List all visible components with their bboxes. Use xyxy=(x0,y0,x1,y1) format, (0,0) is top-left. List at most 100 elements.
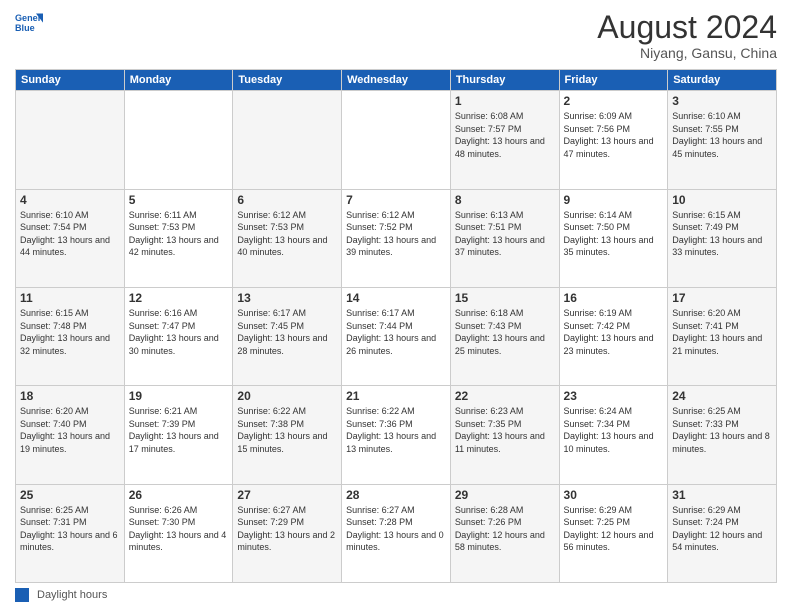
day-number: 21 xyxy=(346,389,446,403)
day-number: 16 xyxy=(564,291,664,305)
day-number: 25 xyxy=(20,488,120,502)
calendar-header-thursday: Thursday xyxy=(450,70,559,91)
calendar-day-cell: 28 Sunrise: 6:27 AM Sunset: 7:28 PM Dayli… xyxy=(342,484,451,582)
calendar-week-row: 11Sunrise: 6:15 AM Sunset: 7:48 PM Dayli… xyxy=(16,287,777,385)
calendar-day-cell: 2Sunrise: 6:09 AM Sunset: 7:56 PM Daylig… xyxy=(559,91,668,189)
day-info: Sunrise: 6:26 AM Sunset: 7:30 PM Dayligh… xyxy=(129,504,229,554)
day-number: 28 xyxy=(346,488,446,502)
calendar-week-row: 18 Sunrise: 6:20 AM Sunset: 7:40 PM Dayli… xyxy=(16,386,777,484)
calendar-day-cell: 30 Sunrise: 6:29 AM Sunset: 7:25 PM Dayli… xyxy=(559,484,668,582)
calendar-day-cell: 10Sunrise: 6:15 AM Sunset: 7:49 PM Dayli… xyxy=(668,189,777,287)
calendar-day-cell: 31 Sunrise: 6:29 AM Sunset: 7:24 PM Dayli… xyxy=(668,484,777,582)
calendar-day-cell: 3Sunrise: 6:10 AM Sunset: 7:55 PM Daylig… xyxy=(668,91,777,189)
day-number: 2 xyxy=(564,94,664,108)
calendar-day-cell: 21 Sunrise: 6:22 AM Sunset: 7:36 PM Dayli… xyxy=(342,386,451,484)
svg-text:Blue: Blue xyxy=(15,23,35,33)
day-info: Sunrise: 6:12 AM Sunset: 7:53 PM Dayligh… xyxy=(237,209,337,259)
day-number: 10 xyxy=(672,193,772,207)
day-info: Sunrise: 6:12 AM Sunset: 7:52 PM Dayligh… xyxy=(346,209,446,259)
day-info: Sunrise: 6:15 AM Sunset: 7:48 PM Dayligh… xyxy=(20,307,120,357)
footer: Daylight hours xyxy=(15,588,777,602)
day-info: Sunrise: 6:29 AM Sunset: 7:25 PM Dayligh… xyxy=(564,504,664,554)
calendar-day-cell xyxy=(16,91,125,189)
day-number: 14 xyxy=(346,291,446,305)
day-info: Sunrise: 6:11 AM Sunset: 7:53 PM Dayligh… xyxy=(129,209,229,259)
day-number: 18 xyxy=(20,389,120,403)
calendar-day-cell: 25 Sunrise: 6:25 AM Sunset: 7:31 PM Dayli… xyxy=(16,484,125,582)
calendar-day-cell: 8 Sunrise: 6:13 AM Sunset: 7:51 PM Daylig… xyxy=(450,189,559,287)
day-number: 5 xyxy=(129,193,229,207)
day-number: 27 xyxy=(237,488,337,502)
calendar-day-cell: 17Sunrise: 6:20 AM Sunset: 7:41 PM Dayli… xyxy=(668,287,777,385)
calendar-day-cell: 23 Sunrise: 6:24 AM Sunset: 7:34 PM Dayli… xyxy=(559,386,668,484)
day-number: 4 xyxy=(20,193,120,207)
calendar-day-cell: 14 Sunrise: 6:17 AM Sunset: 7:44 PM Dayli… xyxy=(342,287,451,385)
day-number: 30 xyxy=(564,488,664,502)
day-number: 15 xyxy=(455,291,555,305)
legend-label: Daylight hours xyxy=(37,589,107,601)
calendar-header-saturday: Saturday xyxy=(668,70,777,91)
day-info: Sunrise: 6:17 AM Sunset: 7:44 PM Dayligh… xyxy=(346,307,446,357)
calendar-header-sunday: Sunday xyxy=(16,70,125,91)
day-info: Sunrise: 6:17 AM Sunset: 7:45 PM Dayligh… xyxy=(237,307,337,357)
calendar-day-cell: 5 Sunrise: 6:11 AM Sunset: 7:53 PM Daylig… xyxy=(124,189,233,287)
calendar-day-cell: 29Sunrise: 6:28 AM Sunset: 7:26 PM Dayli… xyxy=(450,484,559,582)
day-info: Sunrise: 6:27 AM Sunset: 7:28 PM Dayligh… xyxy=(346,504,446,554)
day-number: 23 xyxy=(564,389,664,403)
day-number: 26 xyxy=(129,488,229,502)
main-title: August 2024 xyxy=(597,10,777,45)
calendar-day-cell: 18 Sunrise: 6:20 AM Sunset: 7:40 PM Dayli… xyxy=(16,386,125,484)
calendar-header-wednesday: Wednesday xyxy=(342,70,451,91)
day-info: Sunrise: 6:22 AM Sunset: 7:38 PM Dayligh… xyxy=(237,405,337,455)
day-info: Sunrise: 6:25 AM Sunset: 7:33 PM Dayligh… xyxy=(672,405,772,455)
calendar-day-cell: 26 Sunrise: 6:26 AM Sunset: 7:30 PM Dayli… xyxy=(124,484,233,582)
calendar-header-friday: Friday xyxy=(559,70,668,91)
day-number: 8 xyxy=(455,193,555,207)
calendar-day-cell xyxy=(124,91,233,189)
calendar-day-cell: 7 Sunrise: 6:12 AM Sunset: 7:52 PM Daylig… xyxy=(342,189,451,287)
day-info: Sunrise: 6:10 AM Sunset: 7:54 PM Dayligh… xyxy=(20,209,120,259)
logo: General Blue xyxy=(15,10,43,38)
calendar-day-cell: 13 Sunrise: 6:17 AM Sunset: 7:45 PM Dayli… xyxy=(233,287,342,385)
day-info: Sunrise: 6:20 AM Sunset: 7:40 PM Dayligh… xyxy=(20,405,120,455)
day-info: Sunrise: 6:24 AM Sunset: 7:34 PM Dayligh… xyxy=(564,405,664,455)
calendar-day-cell: 12Sunrise: 6:16 AM Sunset: 7:47 PM Dayli… xyxy=(124,287,233,385)
calendar-day-cell: 6 Sunrise: 6:12 AM Sunset: 7:53 PM Daylig… xyxy=(233,189,342,287)
day-number: 19 xyxy=(129,389,229,403)
calendar-day-cell: 20 Sunrise: 6:22 AM Sunset: 7:38 PM Dayli… xyxy=(233,386,342,484)
day-info: Sunrise: 6:08 AM Sunset: 7:57 PM Dayligh… xyxy=(455,110,555,160)
legend-color-box xyxy=(15,588,29,602)
day-info: Sunrise: 6:10 AM Sunset: 7:55 PM Dayligh… xyxy=(672,110,772,160)
day-info: Sunrise: 6:25 AM Sunset: 7:31 PM Dayligh… xyxy=(20,504,120,554)
calendar-day-cell: 4 Sunrise: 6:10 AM Sunset: 7:54 PM Daylig… xyxy=(16,189,125,287)
day-info: Sunrise: 6:21 AM Sunset: 7:39 PM Dayligh… xyxy=(129,405,229,455)
header: General Blue August 2024 Niyang, Gansu, … xyxy=(15,10,777,61)
calendar-week-row: 4 Sunrise: 6:10 AM Sunset: 7:54 PM Daylig… xyxy=(16,189,777,287)
day-info: Sunrise: 6:19 AM Sunset: 7:42 PM Dayligh… xyxy=(564,307,664,357)
day-number: 20 xyxy=(237,389,337,403)
calendar-header-monday: Monday xyxy=(124,70,233,91)
calendar-day-cell: 27Sunrise: 6:27 AM Sunset: 7:29 PM Dayli… xyxy=(233,484,342,582)
day-number: 7 xyxy=(346,193,446,207)
day-info: Sunrise: 6:14 AM Sunset: 7:50 PM Dayligh… xyxy=(564,209,664,259)
calendar-header-tuesday: Tuesday xyxy=(233,70,342,91)
calendar-day-cell: 9 Sunrise: 6:14 AM Sunset: 7:50 PM Daylig… xyxy=(559,189,668,287)
day-number: 13 xyxy=(237,291,337,305)
day-info: Sunrise: 6:13 AM Sunset: 7:51 PM Dayligh… xyxy=(455,209,555,259)
calendar-day-cell: 1 Sunrise: 6:08 AM Sunset: 7:57 PM Daylig… xyxy=(450,91,559,189)
day-number: 9 xyxy=(564,193,664,207)
calendar-day-cell: 11Sunrise: 6:15 AM Sunset: 7:48 PM Dayli… xyxy=(16,287,125,385)
calendar-day-cell: 24Sunrise: 6:25 AM Sunset: 7:33 PM Dayli… xyxy=(668,386,777,484)
calendar-week-row: 1 Sunrise: 6:08 AM Sunset: 7:57 PM Daylig… xyxy=(16,91,777,189)
calendar-week-row: 25 Sunrise: 6:25 AM Sunset: 7:31 PM Dayli… xyxy=(16,484,777,582)
day-number: 6 xyxy=(237,193,337,207)
day-info: Sunrise: 6:18 AM Sunset: 7:43 PM Dayligh… xyxy=(455,307,555,357)
day-info: Sunrise: 6:23 AM Sunset: 7:35 PM Dayligh… xyxy=(455,405,555,455)
day-number: 1 xyxy=(455,94,555,108)
day-info: Sunrise: 6:22 AM Sunset: 7:36 PM Dayligh… xyxy=(346,405,446,455)
day-info: Sunrise: 6:29 AM Sunset: 7:24 PM Dayligh… xyxy=(672,504,772,554)
day-number: 31 xyxy=(672,488,772,502)
logo-icon: General Blue xyxy=(15,10,43,38)
day-number: 17 xyxy=(672,291,772,305)
day-number: 29 xyxy=(455,488,555,502)
